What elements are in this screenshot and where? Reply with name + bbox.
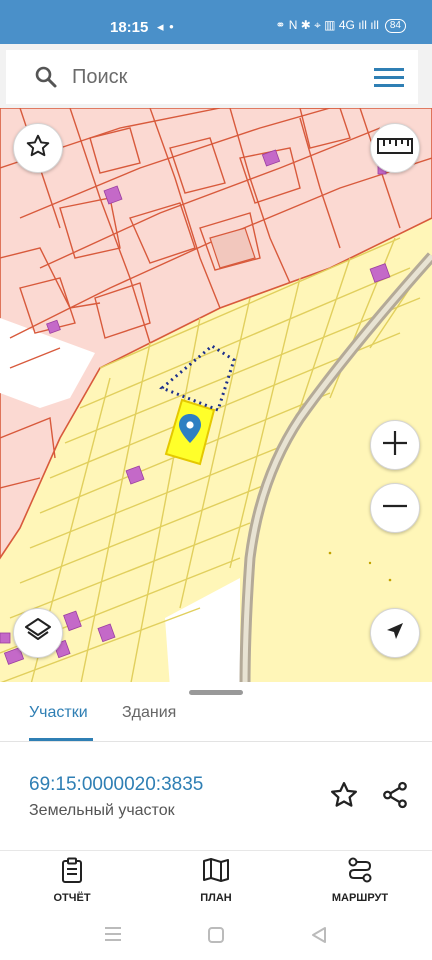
tab-buildings[interactable]: Здания: [122, 704, 176, 722]
back-icon[interactable]: [310, 926, 328, 949]
navigation-arrow-icon: [385, 621, 405, 646]
plan-label: ПЛАН: [200, 892, 232, 904]
report-label: ОТЧЁТ: [53, 892, 91, 904]
favorite-map-button[interactable]: [13, 123, 63, 173]
map-canvas: [0, 108, 432, 688]
battery-icon: 84: [384, 18, 406, 33]
status-left-icons: ◂ •: [157, 19, 175, 34]
recent-apps-icon[interactable]: [104, 926, 122, 947]
zoom-out-button[interactable]: [370, 483, 420, 533]
layers-button[interactable]: [13, 608, 63, 658]
route-label: МАРШРУТ: [331, 892, 389, 904]
tab-parcels[interactable]: Участки: [29, 704, 88, 722]
layers-icon: [23, 616, 53, 651]
star-icon: [25, 133, 51, 164]
parcel-type-label: Земельный участок: [29, 802, 175, 819]
share-button[interactable]: [380, 780, 410, 815]
search-bar[interactable]: [6, 50, 418, 104]
star-icon: [331, 782, 357, 807]
map-icon: [202, 857, 230, 888]
status-indicators: ⚭ N ✱ ⌖ ▥ 4G ıll ıll: [275, 18, 379, 32]
search-icon[interactable]: [34, 65, 58, 94]
plus-icon: [381, 429, 409, 462]
ruler-icon: [377, 137, 413, 159]
favorite-parcel-button[interactable]: [329, 780, 359, 815]
minus-icon: [381, 492, 409, 525]
action-bar: ОТЧЁТ ПЛАН МАРШРУТ: [0, 850, 432, 912]
status-right-icons: ⚭ N ✱ ⌖ ▥ 4G ıll ıll 84: [275, 18, 406, 33]
bottom-sheet: Участки Здания 69:15:0000020:3835 Земель…: [0, 682, 432, 850]
parcel-cadastral-number[interactable]: 69:15:0000020:3835: [29, 774, 203, 796]
hamburger-menu-icon[interactable]: [374, 68, 404, 93]
active-tab-indicator: [29, 738, 93, 741]
my-location-button[interactable]: [370, 608, 420, 658]
status-time: 18:15: [110, 19, 149, 36]
search-area: [0, 44, 432, 108]
tab-bar: Участки Здания: [0, 700, 432, 742]
system-navigation-bar: [0, 912, 432, 960]
status-bar: 18:15 ◂ • ⚭ N ✱ ⌖ ▥ 4G ıll ıll 84: [0, 0, 432, 44]
report-action[interactable]: ОТЧЁТ: [12, 857, 132, 904]
route-action[interactable]: МАРШРУТ: [300, 857, 420, 904]
zoom-in-button[interactable]: [370, 420, 420, 470]
search-input[interactable]: [72, 60, 352, 94]
home-icon[interactable]: [207, 926, 225, 949]
ruler-button[interactable]: [370, 123, 420, 173]
share-icon: [383, 781, 407, 809]
plan-action[interactable]: ПЛАН: [156, 857, 276, 904]
sheet-drag-handle[interactable]: [189, 690, 243, 695]
route-icon: [346, 857, 374, 888]
cadastral-map[interactable]: [0, 108, 432, 688]
clipboard-icon: [60, 857, 84, 888]
